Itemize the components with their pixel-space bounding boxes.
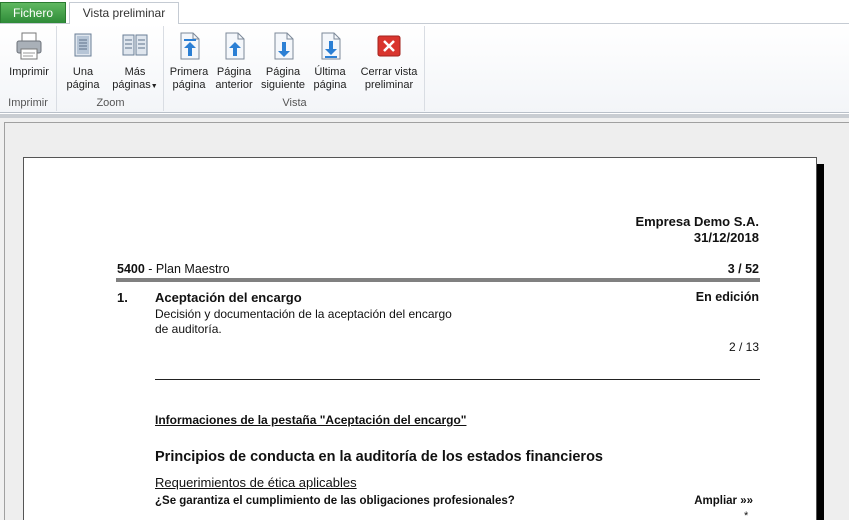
print-group: Imprimir Imprimir bbox=[0, 26, 57, 111]
tab-preview[interactable]: Vista preliminar bbox=[69, 2, 179, 25]
single-page-icon bbox=[74, 33, 92, 57]
print-label: Imprimir bbox=[9, 66, 49, 78]
previous-page-label-2: anterior bbox=[215, 79, 253, 91]
principles-heading: Principios de conducta en la auditoría d… bbox=[155, 449, 603, 465]
one-page-label-2: página bbox=[66, 79, 100, 91]
section-count: 2 / 13 bbox=[728, 340, 759, 354]
section-status: En edición bbox=[695, 290, 759, 304]
close-icon bbox=[377, 35, 401, 57]
next-page-label-2: siguiente bbox=[260, 79, 306, 91]
expand-link[interactable]: Ampliar »» bbox=[624, 495, 753, 507]
more-pages-button[interactable]: Más páginas▼ bbox=[110, 30, 160, 93]
preview-page: Empresa Demo S.A. 31/12/2018 5400 - Plan… bbox=[23, 157, 817, 520]
view-group: Primera página Página anterior Página si… bbox=[165, 26, 425, 111]
ribbon: Imprimir Imprimir Una página Más páginas… bbox=[0, 24, 849, 113]
next-page-button[interactable]: Página siguiente bbox=[258, 30, 308, 92]
first-page-label-1: Primera bbox=[169, 66, 209, 78]
info-link[interactable]: Informaciones de la pestaña "Aceptación … bbox=[155, 413, 466, 427]
last-page-button[interactable]: Última página bbox=[310, 30, 350, 92]
next-page-icon bbox=[274, 32, 294, 60]
plan-title: 5400 - Plan Maestro bbox=[117, 262, 230, 276]
one-page-button[interactable]: Una página bbox=[62, 30, 104, 92]
last-page-icon bbox=[321, 32, 341, 60]
last-page-label-2: página bbox=[313, 79, 347, 91]
close-preview-label-1: Cerrar vista bbox=[360, 66, 418, 78]
tab-file[interactable]: Fichero bbox=[0, 2, 66, 23]
last-page-label-1: Última bbox=[314, 66, 346, 78]
page-indicator: 3 / 52 bbox=[727, 262, 759, 276]
company-header: Empresa Demo S.A. 31/12/2018 bbox=[24, 214, 759, 246]
close-preview-button[interactable]: Cerrar vista preliminar bbox=[357, 30, 421, 92]
previous-page-icon bbox=[225, 32, 245, 60]
company-name: Empresa Demo S.A. bbox=[635, 214, 759, 229]
section-divider bbox=[155, 379, 760, 380]
required-asterisk: * bbox=[744, 510, 749, 520]
print-button[interactable]: Imprimir bbox=[6, 30, 52, 79]
section-description: Decisión y documentación de la aceptació… bbox=[155, 307, 452, 336]
first-page-label-2: página bbox=[172, 79, 206, 91]
requirements-heading: Requerimientos de ética aplicables bbox=[155, 475, 357, 490]
next-page-label-1: Página bbox=[265, 66, 301, 78]
section-title: Aceptación del encargo bbox=[155, 290, 302, 305]
previous-page-label-1: Página bbox=[216, 66, 252, 78]
view-group-label: Vista bbox=[282, 97, 307, 109]
multiple-pages-icon bbox=[122, 34, 148, 56]
report-date: 31/12/2018 bbox=[693, 230, 759, 245]
one-page-label-1: Una bbox=[72, 66, 94, 78]
more-pages-label-1: Más bbox=[124, 66, 146, 78]
more-pages-label-2: páginas▼ bbox=[112, 79, 158, 91]
printer-icon bbox=[16, 32, 42, 60]
zoom-group-label: Zoom bbox=[96, 97, 125, 109]
previous-page-button[interactable]: Página anterior bbox=[212, 30, 256, 92]
zoom-group: Una página Más páginas▼ Zoom bbox=[58, 26, 164, 111]
close-preview-label-2: preliminar bbox=[364, 79, 414, 91]
print-group-label: Imprimir bbox=[8, 97, 48, 109]
first-page-icon bbox=[180, 32, 200, 60]
ribbon-tabbar: Fichero Vista preliminar bbox=[0, 0, 849, 25]
header-divider bbox=[116, 278, 760, 282]
section-number: 1. bbox=[117, 290, 128, 305]
first-page-button[interactable]: Primera página bbox=[169, 30, 209, 92]
question-text: ¿Se garantiza el cumplimiento de las obl… bbox=[155, 495, 515, 507]
dropdown-arrow-icon: ▼ bbox=[150, 83, 158, 90]
